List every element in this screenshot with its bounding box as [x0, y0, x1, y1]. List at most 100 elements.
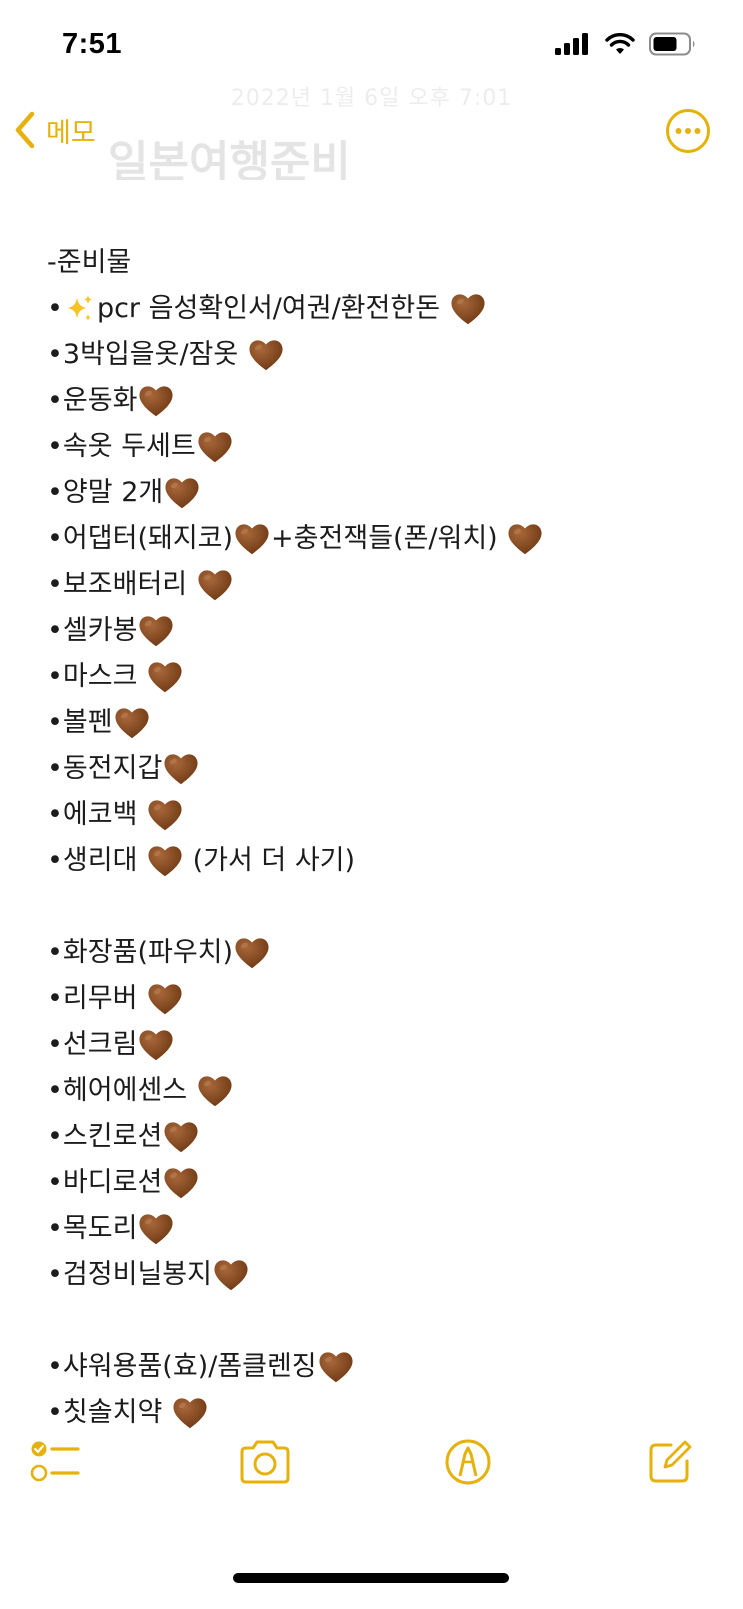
brown-heart-icon: [319, 1352, 353, 1383]
brown-heart-icon: [115, 708, 149, 739]
status-bar: 7:51: [0, 0, 743, 92]
brown-heart-icon: [214, 1260, 248, 1291]
brown-heart-icon: [148, 662, 182, 693]
brown-heart-icon: [235, 938, 269, 969]
note-date-faded: 2022년 1월 6일 오후 7:01: [230, 86, 513, 111]
note-line-text: pcr 음성확인서/여권/환전한돈: [96, 293, 449, 324]
note-line-text: •동전지갑: [47, 753, 163, 784]
ellipsis-circle-icon: [666, 109, 710, 153]
brown-heart-icon: [198, 1076, 232, 1107]
note-line-text: -준비물: [47, 247, 132, 278]
chevron-left-icon: [15, 111, 35, 149]
brown-heart-icon: [173, 1398, 207, 1429]
note-line: •생리대 (가서 더 사기): [47, 838, 707, 884]
note-line-text: •리무버: [47, 983, 147, 1014]
markup-pen-icon: [445, 1439, 491, 1485]
brown-heart-icon: [164, 1168, 198, 1199]
note-line-text: •에코백: [47, 799, 147, 830]
note-line-text: •어댑터(돼지코): [47, 523, 234, 554]
note-line-text: +충전잭들(폰/워치): [271, 523, 507, 554]
note-line-text: •보조배터리: [47, 569, 196, 600]
note-line-text: •생리대: [47, 845, 147, 876]
note-line-text: •헤어에센스: [47, 1075, 196, 1106]
note-line: •볼펜: [47, 700, 707, 746]
note-line: •보조배터리: [47, 562, 707, 608]
note-line-text: •검정비닐봉지: [47, 1259, 212, 1290]
brown-heart-icon: [148, 984, 182, 1015]
note-line: •목도리: [47, 1206, 707, 1252]
notes-screen: 7:51 메모 2022년 1월 6일 오후 7:01 일본여행준비 -준비물 …: [0, 0, 743, 1609]
note-line: •마스크: [47, 654, 707, 700]
battery-icon: [649, 32, 695, 56]
markup-button[interactable]: [440, 1434, 496, 1490]
brown-heart-icon: [139, 1030, 174, 1061]
brown-heart-icon: [164, 754, 198, 785]
wifi-icon: [605, 33, 635, 54]
brown-heart-icon: [249, 340, 283, 371]
note-line: •헤어에센스: [47, 1068, 707, 1114]
checklist-button[interactable]: [28, 1434, 84, 1490]
note-line: •화장품(파우치): [47, 930, 707, 976]
brown-heart-icon: [148, 846, 182, 877]
brown-heart-icon: [139, 1214, 174, 1245]
note-line: •에코백: [47, 792, 707, 838]
note-line-text: •볼펜: [47, 707, 113, 738]
note-line: •리무버: [47, 976, 707, 1022]
checklist-icon: [30, 1441, 80, 1482]
note-line-text: •바디로션: [47, 1167, 163, 1198]
home-indicator: [233, 1573, 509, 1583]
note-line-text: •스킨로션: [47, 1121, 163, 1152]
note-title-faded: 일본여행준비: [108, 137, 351, 180]
camera-button[interactable]: [237, 1434, 293, 1490]
back-button[interactable]: 메모: [14, 108, 96, 152]
note-line-text: •운동화: [47, 385, 138, 416]
brown-heart-icon: [148, 800, 182, 831]
note-line-text: •셀카봉: [47, 615, 138, 646]
note-line-text: •샤워용품(효)/폼클렌징: [47, 1351, 317, 1382]
note-line: -준비물: [47, 240, 707, 286]
brown-heart-icon: [165, 478, 199, 509]
brown-heart-icon: [198, 570, 232, 601]
status-time: 7:51: [62, 28, 123, 60]
note-line: • pcr 음성확인서/여권/환전한돈: [47, 286, 707, 332]
note-line-text: •화장품(파우치): [47, 937, 234, 968]
bottom-toolbar: [0, 1430, 743, 1500]
cellular-signal-icon: [555, 33, 588, 55]
note-line-text: •: [47, 293, 63, 324]
brown-heart-icon: [139, 386, 174, 417]
note-line: •스킨로션: [47, 1114, 707, 1160]
brown-heart-icon: [451, 294, 485, 325]
more-options-button[interactable]: [665, 108, 711, 154]
sparkles-icon: [66, 295, 92, 321]
note-line-text: •목도리: [47, 1213, 138, 1244]
note-line: •바디로션: [47, 1160, 707, 1206]
camera-icon: [240, 1440, 290, 1484]
note-line: •양말 2개: [47, 470, 707, 516]
note-line-text: (가서 더 사기): [184, 845, 356, 876]
note-body[interactable]: -준비물 • pcr 음성확인서/여권/환전한돈 •3박입을옷/잠옷 •운동화 •속옷…: [47, 240, 707, 1436]
note-line-text: •3박입을옷/잠옷: [47, 339, 247, 370]
brown-heart-icon: [198, 432, 232, 463]
note-line: •샤워용품(효)/폼클렌징: [47, 1344, 707, 1390]
compose-note-button[interactable]: [642, 1434, 698, 1490]
brown-heart-icon: [235, 524, 269, 555]
note-line-text: •선크림: [47, 1029, 138, 1060]
brown-heart-icon: [508, 524, 542, 555]
note-line: •선크림: [47, 1022, 707, 1068]
brown-heart-icon: [164, 1122, 198, 1153]
note-line: •운동화: [47, 378, 707, 424]
note-line: •검정비닐봉지: [47, 1252, 707, 1298]
note-line: •속옷 두세트: [47, 424, 707, 470]
brown-heart-icon: [139, 616, 174, 647]
note-line-text: •속옷 두세트: [47, 431, 196, 462]
note-line: •어댑터(돼지코) +충전잭들(폰/워치): [47, 516, 707, 562]
note-line: •3박입을옷/잠옷: [47, 332, 707, 378]
note-line-text: •마스크: [47, 661, 147, 692]
note-line-text: •양말 2개: [47, 477, 164, 508]
note-line: •동전지갑: [47, 746, 707, 792]
status-icons: [555, 32, 697, 56]
note-line: •셀카봉: [47, 608, 707, 654]
back-label: 메모: [46, 117, 96, 149]
